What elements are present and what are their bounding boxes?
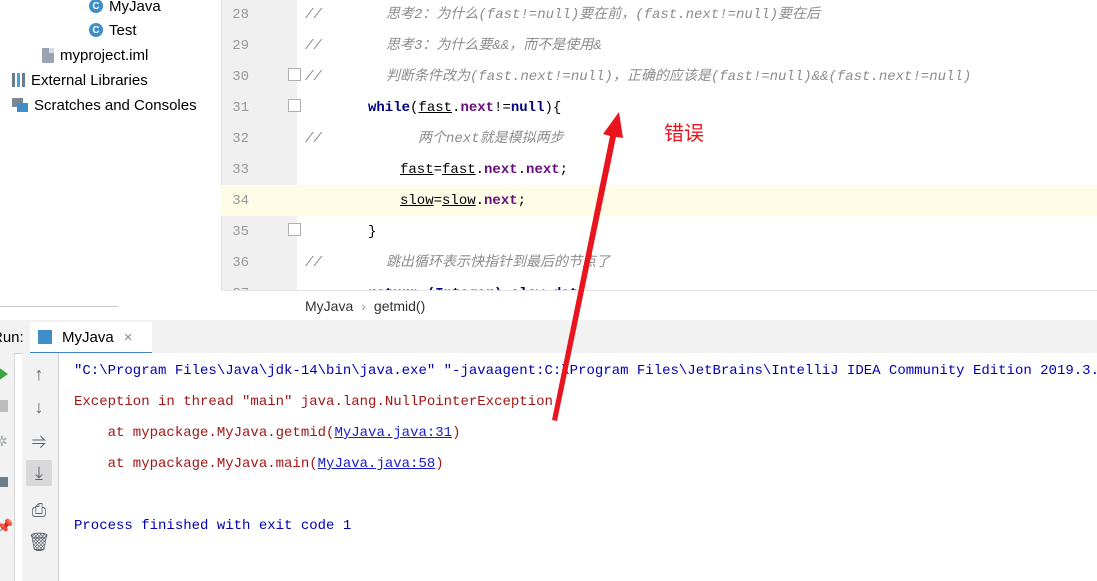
line-number: 30 — [232, 69, 249, 85]
pin-icon[interactable]: 📌 — [0, 518, 13, 535]
tree-item-label: MyJava — [109, 0, 161, 15]
line-number: 34 — [232, 193, 249, 209]
tree-item-label: Scratches and Consoles — [34, 96, 197, 114]
run-toolbar: ↑ ↓ ⥤ ⤓ ⎙ 🗑 — [22, 353, 59, 581]
tree-item-test[interactable]: C Test — [89, 19, 137, 41]
arrow-up-icon[interactable]: ↑ — [26, 361, 52, 387]
console-line-exception: Exception in thread "main" java.lang.Nul… — [74, 394, 553, 410]
code-line-slow: slow=slow.next; — [400, 193, 527, 209]
console-line-exit: Process finished with exit code 1 — [74, 518, 352, 534]
stack-frame-prefix: at mypackage.MyJava.getmid( — [74, 425, 335, 441]
soft-wrap-icon[interactable]: ⥤ — [26, 427, 52, 453]
tree-item-label: Test — [109, 21, 137, 39]
scroll-to-end-icon[interactable]: ⤓ — [26, 460, 52, 486]
comment-marker: // — [305, 7, 322, 23]
close-icon[interactable]: × — [124, 329, 133, 346]
run-tab-label: MyJava — [62, 328, 114, 346]
line-number: 31 — [232, 100, 249, 116]
breadcrumb-method[interactable]: getmid() — [374, 298, 425, 314]
breadcrumb-class[interactable]: MyJava — [305, 298, 353, 314]
code-line-fast: fast=fast.next.next; — [400, 162, 569, 178]
run-panel-label: Run: — [0, 329, 24, 346]
fold-marker-icon[interactable] — [288, 99, 301, 112]
comment-marker: // — [305, 69, 322, 85]
code-line: 思考2：为什么(fast!=null)要在前，(fast.next!=null)… — [386, 7, 821, 23]
source-link[interactable]: MyJava.java:58 — [318, 456, 436, 472]
code-line: 判断条件改为(fast.next!=null)，正确的应该是(fast!=nul… — [386, 69, 972, 85]
scratch-icon — [12, 98, 28, 112]
console-line-command: "C:\Program Files\Java\jdk-14\bin\java.e… — [74, 363, 1097, 379]
stop-icon[interactable] — [0, 400, 8, 412]
code-line: return (Integer) slow.data — [368, 279, 586, 290]
line-number: 29 — [232, 38, 249, 54]
stack-frame-suffix: ) — [452, 425, 461, 441]
breadcrumb-separator-icon: › — [361, 297, 366, 314]
tree-horizontal-scrollbar[interactable] — [0, 306, 118, 319]
fold-marker-icon[interactable] — [288, 68, 301, 81]
trash-icon[interactable]: 🗑 — [26, 529, 52, 555]
line-number: 35 — [232, 224, 249, 240]
line-number: 37 — [221, 279, 249, 290]
code-line-while: while(fast.next!=null){ — [368, 100, 562, 116]
rerun-icon[interactable] — [0, 367, 8, 381]
line-number: 36 — [232, 255, 249, 271]
print-icon[interactable]: ⎙ — [26, 497, 52, 523]
java-class-icon: C — [89, 23, 103, 37]
run-tab[interactable]: MyJava × — [30, 322, 152, 355]
iml-file-icon — [42, 47, 54, 63]
tree-item-myjava[interactable]: C MyJava — [89, 0, 161, 17]
project-tree: C MyJava C Test myproject.iml External L… — [0, 0, 220, 318]
source-link[interactable]: MyJava.java:31 — [334, 425, 452, 441]
tree-item-label: myproject.iml — [60, 46, 149, 64]
tree-item-label: External Libraries — [31, 71, 148, 89]
stack-frame-prefix: at mypackage.MyJava.main( — [74, 456, 318, 472]
tree-item-scratches[interactable]: Scratches and Consoles — [12, 94, 197, 116]
code-line: 跳出循环表示快指针到最后的节点了 — [386, 255, 610, 271]
line-number: 28 — [232, 7, 249, 23]
tree-item-iml[interactable]: myproject.iml — [42, 44, 148, 66]
arrow-down-icon[interactable]: ↓ — [26, 394, 52, 420]
line-number: 32 — [232, 131, 249, 147]
java-class-icon: C — [89, 0, 103, 13]
comment-marker: // — [305, 131, 322, 147]
run-left-strip: ✲ 📌 — [0, 353, 15, 581]
code-line: 思考3：为什么要&&，而不是使用& — [386, 38, 602, 54]
run-config-icon — [38, 330, 52, 344]
stack-frame-suffix: ) — [435, 456, 444, 472]
comment-marker: // — [305, 38, 322, 54]
library-icon — [12, 73, 25, 87]
debug-icon[interactable]: ✲ — [0, 433, 8, 450]
console-line-stacktrace: at mypackage.MyJava.main(MyJava.java:58) — [74, 449, 444, 480]
code-line: } — [368, 224, 377, 240]
code-line: 两个next就是模拟两步 — [418, 131, 564, 147]
console-line-stacktrace: at mypackage.MyJava.getmid(MyJava.java:3… — [74, 418, 461, 449]
comment-marker: // — [305, 255, 322, 271]
console-output[interactable]: "C:\Program Files\Java\jdk-14\bin\java.e… — [59, 353, 1097, 581]
layout-icon[interactable] — [0, 477, 8, 487]
breadcrumb: MyJava › getmid() — [221, 290, 1097, 321]
run-panel-header — [0, 320, 1097, 354]
clipped-line: 37 return (Integer) slow.data — [221, 279, 1097, 290]
line-number: 33 — [232, 162, 249, 178]
annotation-label: 错误 — [664, 121, 704, 145]
fold-marker-icon[interactable] — [288, 223, 301, 236]
current-line-highlight — [221, 185, 1097, 216]
tree-item-external-libraries[interactable]: External Libraries — [12, 69, 148, 91]
